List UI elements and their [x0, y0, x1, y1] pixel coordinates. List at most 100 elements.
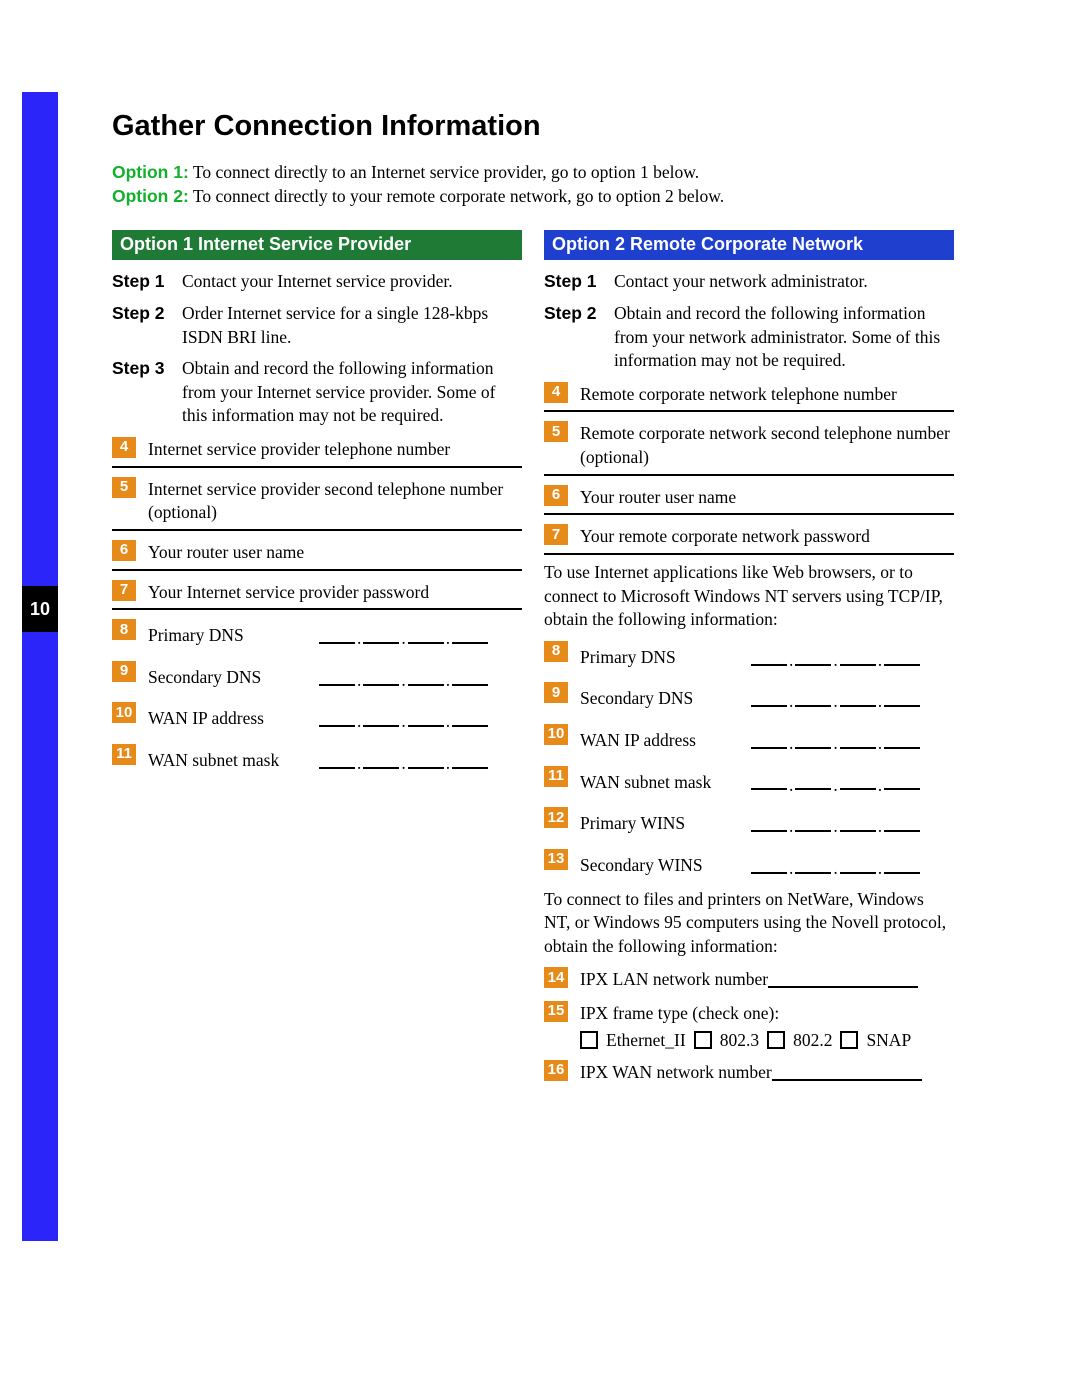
- frame-type-label: 802.3: [720, 1030, 759, 1051]
- numbered-item: 5 Internet service provider second teleph…: [112, 477, 522, 525]
- numbered-item: 7 Your remote corporate network password: [544, 524, 954, 549]
- ip-item: 12Primary WINS...: [544, 807, 954, 840]
- step-label: Step 1: [544, 270, 614, 294]
- step-text: Order Internet service for a single 128-…: [182, 302, 522, 349]
- step-text: Contact your network administrator.: [614, 270, 954, 294]
- write-in-blank[interactable]: [768, 974, 918, 988]
- ip-item-label: WAN subnet mask: [148, 749, 318, 773]
- ip-address-blanks[interactable]: ...: [750, 854, 921, 878]
- item-number-box: 8: [112, 619, 136, 640]
- ip-item: 8 Primary DNS...: [112, 619, 522, 652]
- ip-address-blanks[interactable]: ...: [318, 707, 489, 731]
- ip-item-label: WAN IP address: [580, 729, 750, 753]
- frame-type-checkbox[interactable]: [840, 1031, 858, 1049]
- item-number-box: 11: [112, 744, 136, 765]
- item-text: Your remote corporate network password: [580, 524, 954, 549]
- separator-rule: [544, 474, 954, 476]
- ip-address-blanks[interactable]: ...: [750, 646, 921, 670]
- separator-rule: [544, 513, 954, 515]
- frame-type-label: Ethernet_II: [606, 1030, 686, 1051]
- write-in-blank[interactable]: [772, 1067, 922, 1081]
- step-label: Step 2: [544, 302, 614, 373]
- item-text: Your router user name: [148, 540, 522, 565]
- item-number-box: 12: [544, 807, 568, 828]
- item-number-box: 4: [544, 382, 568, 403]
- item-number-box: 7: [544, 524, 568, 545]
- numbered-item: 6 Your router user name: [544, 485, 954, 510]
- item-number-box: 15: [544, 1001, 568, 1022]
- step-row: Step 2Obtain and record the following in…: [544, 302, 954, 373]
- ip-item: 8 Primary DNS...: [544, 641, 954, 674]
- ip-item-label: Secondary DNS: [148, 666, 318, 690]
- option-1-header: Option 1 Internet Service Provider: [112, 230, 522, 260]
- ip-item: 11 WAN subnet mask...: [112, 744, 522, 777]
- ip-item: 9 Secondary DNS...: [112, 661, 522, 694]
- item-number-box: 9: [544, 682, 568, 703]
- item-text: Internet service provider second telepho…: [148, 477, 522, 525]
- ipx-frame-type-row: 15 IPX frame type (check one):: [544, 1001, 954, 1026]
- ip-address-blanks[interactable]: ...: [318, 749, 489, 773]
- item-number-box: 7: [112, 580, 136, 601]
- item-text: Internet service provider telephone numb…: [148, 437, 522, 462]
- item-number-box: 13: [544, 849, 568, 870]
- ip-address-blanks[interactable]: ...: [750, 729, 921, 753]
- ip-item: 10 WAN IP address...: [544, 724, 954, 757]
- step-text: Obtain and record the following informat…: [614, 302, 954, 373]
- item-number-box: 4: [112, 437, 136, 458]
- item-number-box: 8: [544, 641, 568, 662]
- step-row: Step 2Order Internet service for a singl…: [112, 302, 522, 349]
- separator-rule: [544, 553, 954, 555]
- numbered-item: 5 Remote corporate network second telepho…: [544, 421, 954, 469]
- ip-item: 11 WAN subnet mask...: [544, 766, 954, 799]
- page-title: Gather Connection Information: [112, 110, 960, 143]
- frame-type-checkbox[interactable]: [767, 1031, 785, 1049]
- ip-item-label: Secondary WINS: [580, 854, 750, 878]
- step-label: Step 3: [112, 357, 182, 428]
- side-blue-band: [22, 92, 58, 1241]
- step-label: Step 2: [112, 302, 182, 349]
- intro-text: Option 1: To connect directly to an Inte…: [112, 161, 960, 208]
- item-text: Your router user name: [580, 485, 954, 510]
- separator-rule: [544, 410, 954, 412]
- intro-option-2-text: To connect directly to your remote corpo…: [189, 186, 724, 206]
- ip-item-label: Secondary DNS: [580, 687, 750, 711]
- novell-paragraph: To connect to files and printers on NetW…: [544, 888, 954, 959]
- separator-rule: [112, 608, 522, 610]
- item-number-box: 6: [112, 540, 136, 561]
- separator-rule: [112, 529, 522, 531]
- ip-address-blanks[interactable]: ...: [750, 687, 921, 711]
- item-number-box: 5: [544, 421, 568, 442]
- frame-type-checkbox[interactable]: [694, 1031, 712, 1049]
- separator-rule: [112, 466, 522, 468]
- ip-address-blanks[interactable]: ...: [750, 771, 921, 795]
- item-number-box: 9: [112, 661, 136, 682]
- item-number-box: 5: [112, 477, 136, 498]
- option-2-header: Option 2 Remote Corporate Network: [544, 230, 954, 260]
- ip-address-blanks[interactable]: ...: [750, 812, 921, 836]
- item-number-box: 14: [544, 967, 568, 988]
- ip-address-blanks[interactable]: ...: [318, 666, 489, 690]
- step-row: Step 3Obtain and record the following in…: [112, 357, 522, 428]
- frame-type-checkbox[interactable]: [580, 1031, 598, 1049]
- numbered-item: 6 Your router user name: [112, 540, 522, 565]
- ip-item: 10WAN IP address...: [112, 702, 522, 735]
- intro-option-1-label: Option 1:: [112, 162, 189, 182]
- page-number: 10: [22, 586, 58, 632]
- step-text: Contact your Internet service provider.: [182, 270, 522, 294]
- ip-item-label: Primary DNS: [580, 646, 750, 670]
- ip-item-label: Primary DNS: [148, 624, 318, 648]
- item-number-box: 10: [544, 724, 568, 745]
- item-text: Your Internet service provider password: [148, 580, 522, 605]
- ipx-frame-type-label: IPX frame type (check one):: [580, 1001, 954, 1026]
- tcpip-paragraph: To use Internet applications like Web br…: [544, 561, 954, 632]
- item-number-box: 11: [544, 766, 568, 787]
- intro-option-1-text: To connect directly to an Internet servi…: [189, 162, 699, 182]
- item-text: Remote corporate network telephone numbe…: [580, 382, 954, 407]
- ip-item: 9 Secondary DNS...: [544, 682, 954, 715]
- step-text: Obtain and record the following informat…: [182, 357, 522, 428]
- item-number-box: 6: [544, 485, 568, 506]
- step-row: Step 1Contact your Internet service prov…: [112, 270, 522, 294]
- ip-address-blanks[interactable]: ...: [318, 624, 489, 648]
- ip-item-label: WAN subnet mask: [580, 771, 750, 795]
- item-text: Remote corporate network second telephon…: [580, 421, 954, 469]
